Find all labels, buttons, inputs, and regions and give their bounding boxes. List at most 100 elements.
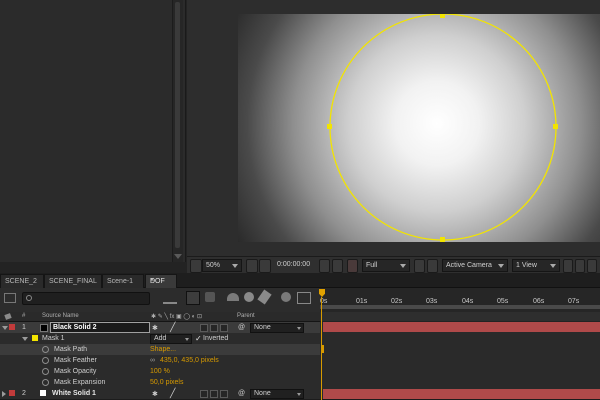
comp-mini-flowchart-icon[interactable] bbox=[163, 293, 177, 304]
fast-previews-icon[interactable] bbox=[575, 259, 585, 273]
mask-visibility-icon[interactable] bbox=[259, 259, 271, 273]
channel-icon[interactable] bbox=[347, 259, 358, 273]
stopwatch-icon[interactable] bbox=[42, 346, 49, 353]
chevron-down-icon bbox=[297, 327, 301, 330]
property-name: Mask Path bbox=[54, 346, 88, 353]
property-name: Mask Opacity bbox=[54, 368, 97, 375]
tab-label: Scene-1 bbox=[107, 278, 134, 285]
draft-3d-icon[interactable] bbox=[186, 291, 200, 305]
switch-box[interactable] bbox=[200, 390, 208, 398]
col-number: # bbox=[22, 313, 26, 319]
brainstorm-icon[interactable] bbox=[257, 289, 272, 305]
property-value[interactable]: Shape... bbox=[150, 346, 176, 353]
always-preview-icon[interactable] bbox=[190, 259, 202, 273]
constrain-proportions-icon[interactable]: ∞ bbox=[150, 357, 155, 364]
snapshot-icon[interactable] bbox=[319, 259, 330, 273]
label-color-swatch[interactable] bbox=[9, 324, 15, 330]
shy-switch-icon[interactable]: ✱ bbox=[152, 390, 158, 398]
tab-dof[interactable]: DOF × bbox=[145, 274, 177, 288]
toggle-pixel-aspect-icon[interactable] bbox=[563, 259, 573, 273]
timeline-icon[interactable] bbox=[587, 259, 597, 273]
parent-dropdown[interactable]: None bbox=[250, 389, 304, 399]
layer-duration-bar[interactable] bbox=[323, 322, 600, 332]
inverted-check-icon[interactable]: ✓ bbox=[195, 334, 202, 343]
switch-box[interactable] bbox=[220, 390, 228, 398]
property-name: Mask Feather bbox=[54, 357, 97, 364]
layer-twirl-icon[interactable] bbox=[2, 391, 6, 397]
camera-dropdown[interactable]: Active Camera bbox=[442, 259, 508, 272]
timeline-track-header bbox=[320, 312, 600, 321]
layer-duration-bar[interactable] bbox=[323, 389, 600, 399]
quality-switch-icon[interactable]: ╱ bbox=[170, 388, 175, 399]
source-swatch bbox=[40, 324, 48, 332]
resolution-value: Full bbox=[366, 262, 378, 269]
zoom-value: 50% bbox=[206, 262, 221, 269]
quality-switch-icon[interactable]: ╱ bbox=[170, 322, 175, 333]
scroll-down-arrow-icon[interactable] bbox=[174, 254, 182, 259]
mask-mode-value: Add bbox=[154, 335, 167, 342]
chart-icon[interactable] bbox=[297, 292, 311, 304]
mask-twirl-icon[interactable] bbox=[22, 337, 28, 341]
layer-name: Black Solid 2 bbox=[53, 324, 97, 331]
layer-name-field[interactable]: Black Solid 2 bbox=[50, 322, 150, 333]
timeline-search-input[interactable] bbox=[22, 292, 150, 305]
transparency-grid-icon[interactable] bbox=[427, 259, 438, 273]
mask-vertex-right[interactable] bbox=[553, 124, 558, 129]
safe-zones-icon[interactable] bbox=[246, 259, 258, 273]
comp-marker-icon[interactable] bbox=[4, 293, 16, 303]
resolution-dropdown[interactable]: Full bbox=[362, 259, 410, 272]
tab-scene-1[interactable]: Scene-1 bbox=[102, 274, 144, 288]
stopwatch-icon[interactable] bbox=[42, 357, 49, 364]
mask-outline[interactable] bbox=[238, 14, 600, 242]
stopwatch-icon[interactable] bbox=[42, 379, 49, 386]
work-area-bar[interactable] bbox=[320, 305, 600, 309]
parent-value: None bbox=[254, 390, 271, 397]
property-value[interactable]: 435,0, 435,0 pixels bbox=[160, 357, 219, 364]
stopwatch-icon[interactable] bbox=[42, 368, 49, 375]
mask-vertex-top[interactable] bbox=[440, 14, 445, 18]
chevron-down-icon bbox=[550, 264, 556, 268]
col-source-name[interactable]: Source Name bbox=[42, 313, 79, 319]
switches-icon: ✱ ✎ ╲ fx ▣ ◯ ◐ ⊡ bbox=[151, 314, 203, 320]
frame-blending-icon[interactable] bbox=[227, 293, 239, 301]
tab-scene-2[interactable]: SCENE_2 bbox=[0, 274, 44, 288]
mask-vertex-left[interactable] bbox=[327, 124, 332, 129]
tab-scene-final[interactable]: SCENE_FINAL bbox=[44, 274, 102, 288]
switch-box[interactable] bbox=[210, 390, 218, 398]
switch-box[interactable] bbox=[220, 324, 228, 332]
ruler-tick-label: 05s bbox=[497, 298, 509, 305]
mask-mode-dropdown[interactable]: Add bbox=[150, 334, 192, 344]
views-dropdown[interactable]: 1 View bbox=[512, 259, 560, 272]
shy-switch-icon[interactable]: ✱ bbox=[152, 324, 158, 332]
property-value[interactable]: 100 % bbox=[150, 368, 170, 375]
project-panel-scrollbar[interactable] bbox=[172, 0, 183, 262]
pick-whip-icon[interactable]: @ bbox=[238, 390, 245, 397]
show-snapshot-icon[interactable] bbox=[332, 259, 343, 273]
region-of-interest-icon[interactable] bbox=[414, 259, 425, 273]
mask-name[interactable]: Mask 1 bbox=[42, 335, 65, 342]
label-color-swatch[interactable] bbox=[9, 390, 15, 396]
pick-whip-icon[interactable]: @ bbox=[238, 324, 245, 331]
property-value[interactable]: 50,0 pixels bbox=[150, 379, 183, 386]
timecode[interactable]: 0:00:00:00 bbox=[277, 261, 310, 268]
zoom-dropdown[interactable]: 50% bbox=[202, 259, 242, 272]
current-time-line bbox=[321, 297, 322, 400]
layer-name[interactable]: White Solid 1 bbox=[52, 390, 96, 397]
switch-box[interactable] bbox=[210, 324, 218, 332]
hide-shy-layers-icon[interactable] bbox=[205, 292, 215, 302]
parent-dropdown[interactable]: None bbox=[250, 323, 304, 333]
graph-editor-icon[interactable] bbox=[281, 292, 291, 302]
layer-row[interactable]: 2 White Solid 1 ✱ ╱ @ None bbox=[0, 388, 320, 400]
layer-number: 1 bbox=[22, 324, 26, 331]
motion-blur-icon[interactable] bbox=[244, 292, 254, 302]
mask-vertex-bottom[interactable] bbox=[440, 237, 445, 242]
mask-circle[interactable] bbox=[329, 14, 557, 241]
close-icon[interactable]: × bbox=[150, 277, 174, 284]
chevron-down-icon bbox=[498, 264, 504, 268]
switch-box[interactable] bbox=[200, 324, 208, 332]
scrollbar-thumb[interactable] bbox=[175, 2, 180, 248]
project-panel bbox=[0, 0, 186, 262]
mask-color-swatch[interactable] bbox=[32, 335, 38, 341]
inverted-label: Inverted bbox=[203, 335, 229, 342]
layer-twirl-icon[interactable] bbox=[2, 326, 8, 330]
